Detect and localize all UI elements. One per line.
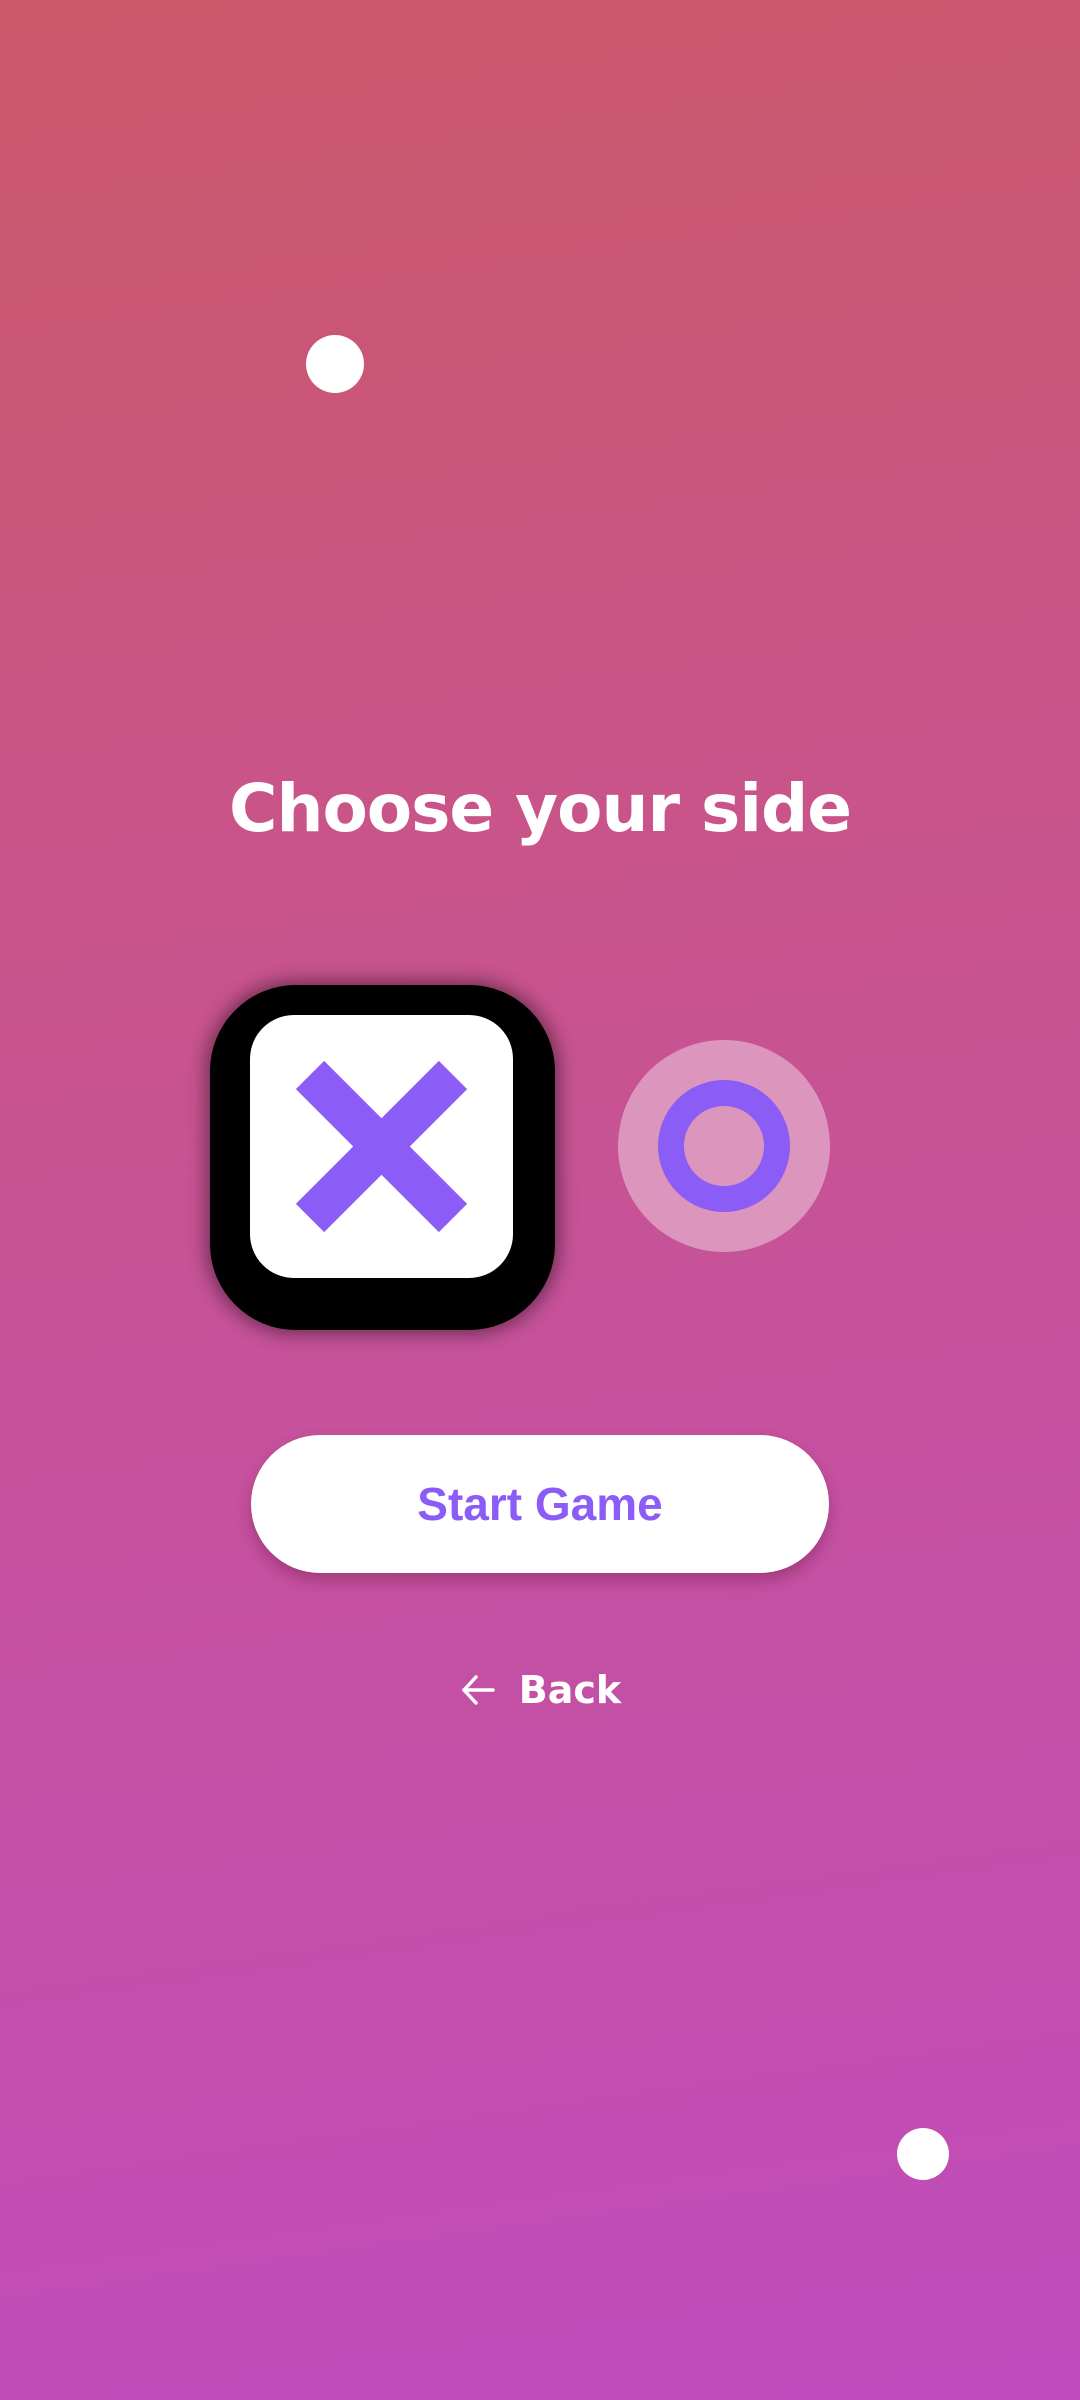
page-title: Choose your side xyxy=(229,770,852,847)
side-x-option[interactable] xyxy=(210,985,555,1330)
side-o-option[interactable] xyxy=(618,1040,830,1252)
o-ring-icon xyxy=(658,1080,790,1212)
decorative-dot-bottom xyxy=(897,2128,949,2180)
back-label: Back xyxy=(518,1668,622,1712)
decorative-dot-top xyxy=(306,335,364,393)
back-button[interactable]: Back xyxy=(440,1660,640,1720)
side-x-card xyxy=(250,1015,513,1278)
start-game-button[interactable]: Start Game xyxy=(251,1435,829,1573)
x-mark-icon xyxy=(295,1060,468,1233)
arrow-left-icon xyxy=(462,1675,495,1705)
